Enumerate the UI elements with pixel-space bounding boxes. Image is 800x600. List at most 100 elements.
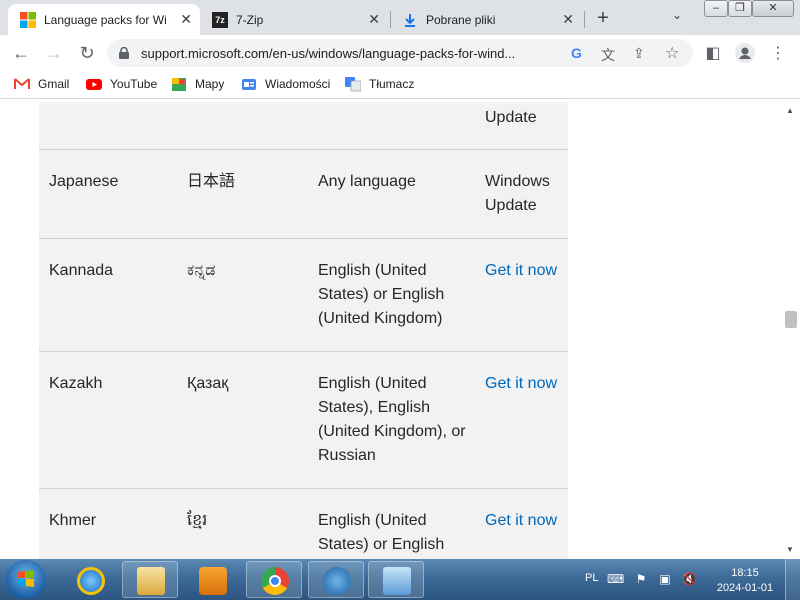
scroll-down-arrow[interactable]: ▼: [786, 545, 794, 554]
table-row: Kazakh Қазақ English (United States), En…: [39, 352, 568, 489]
bookmark-youtube[interactable]: YouTube: [86, 76, 157, 92]
news-icon: [241, 76, 257, 92]
windows-logo-icon: [20, 11, 36, 28]
table-cell-language: Kazakh: [49, 375, 103, 392]
bookmark-gmail[interactable]: Gmail: [14, 76, 69, 92]
menu-icon[interactable]: ⋮: [768, 43, 788, 63]
bookmarks-bar: Gmail YouTube Mapy Wiadomości Tłumacz: [0, 71, 800, 99]
show-desktop-button[interactable]: [785, 559, 800, 600]
translate-icon: [345, 76, 362, 92]
control-panel-icon: [383, 567, 411, 595]
network-icon[interactable]: ▣: [658, 572, 672, 586]
table-row: Japanese 日本語 Any language Windows Update: [39, 150, 568, 239]
taskbar-control-panel[interactable]: [368, 561, 424, 598]
internet-explorer-icon: [77, 567, 105, 595]
tab-search-icon[interactable]: ⌄: [672, 8, 682, 22]
new-tab-button[interactable]: +: [591, 7, 615, 30]
clock-date: 2024-01-01: [716, 582, 774, 594]
tab-title: Language packs for Wi: [44, 12, 167, 27]
media-player-icon: [199, 567, 227, 595]
tab-title: 7-Zip: [236, 12, 264, 27]
table-cell-language: Khmer: [49, 512, 97, 529]
table-cell-requires: Any language: [318, 173, 416, 190]
translate-icon[interactable]: 文: [601, 45, 615, 65]
action-center-flag-icon[interactable]: ⚑: [634, 572, 648, 586]
taskbar-chrome[interactable]: [246, 561, 302, 598]
forward-button[interactable]: →: [43, 42, 65, 64]
table-cell-requires: English (United States), English (United…: [318, 375, 466, 464]
chrome-icon: [261, 567, 289, 595]
windows-flag-icon: [18, 570, 34, 587]
url-text[interactable]: support.microsoft.com/en-us/windows/lang…: [141, 46, 515, 61]
download-icon: [402, 12, 418, 28]
table-row: Kannada ಕನ್ನಡ English (United States) or…: [39, 239, 568, 352]
windows-taskbar: PL ⌨ ⚑ ▣ 🔇 18:15 2024-01-01: [0, 559, 800, 600]
table-cell-native: ಕನ್ನಡ: [187, 262, 216, 279]
youtube-icon: [86, 76, 102, 92]
taskbar-internet-explorer[interactable]: [62, 561, 118, 598]
windows-media-icon: [323, 567, 351, 595]
language-packs-table: Update Japanese 日本語 Any language Windows…: [39, 102, 568, 559]
address-bar[interactable]: support.microsoft.com/en-us/windows/lang…: [107, 39, 693, 67]
close-window-button[interactable]: ✕: [752, 0, 794, 17]
get-it-now-link[interactable]: Get it now: [485, 509, 565, 533]
taskbar-windows-media[interactable]: [308, 561, 364, 598]
bookmark-star-icon[interactable]: ☆: [665, 43, 679, 63]
close-icon[interactable]: ✕: [368, 11, 380, 28]
get-it-now-link[interactable]: Get it now: [485, 372, 565, 396]
table-cell-native: Қазақ: [187, 375, 229, 392]
table-cell-native: 日本語: [187, 173, 236, 190]
bookmark-label: Tłumacz: [369, 77, 415, 91]
taskbar-file-explorer[interactable]: [122, 561, 178, 598]
google-lens-icon[interactable]: G: [571, 45, 582, 61]
get-it-now-link[interactable]: Get it now: [485, 259, 565, 283]
maps-icon: [171, 76, 187, 92]
clock-time: 18:15: [731, 567, 759, 579]
bookmark-wiadomosci[interactable]: Wiadomości: [241, 76, 330, 92]
taskbar-clock[interactable]: 18:15 2024-01-01: [714, 566, 776, 596]
gmail-icon: [14, 76, 30, 92]
close-icon[interactable]: ✕: [180, 11, 192, 28]
taskbar-media-player[interactable]: [184, 561, 240, 598]
start-button[interactable]: [6, 560, 46, 599]
page-content: Update Japanese 日本語 Any language Windows…: [0, 102, 782, 559]
table-cell-get: Windows Update: [485, 173, 550, 214]
bookmark-label: YouTube: [110, 77, 158, 91]
bookmark-tlumacz[interactable]: Tłumacz: [345, 76, 414, 92]
browser-toolbar: ← → ↻ support.microsoft.com/en-us/window…: [0, 35, 800, 71]
share-icon[interactable]: ⇪: [633, 45, 645, 62]
bookmark-mapy[interactable]: Mapy: [171, 76, 224, 92]
language-indicator[interactable]: PL: [585, 572, 598, 584]
scrollbar-thumb[interactable]: [785, 311, 797, 328]
tab-strip: Language packs for Wi ✕ 7z 7-Zip ✕ Pobra…: [0, 0, 800, 35]
scroll-up-arrow[interactable]: ▲: [786, 106, 794, 115]
reload-button[interactable]: ↻: [76, 42, 98, 64]
minimize-button[interactable]: –: [704, 0, 728, 17]
folder-icon: [137, 567, 165, 595]
tab-separator: [390, 11, 391, 28]
side-panel-icon[interactable]: ◧: [703, 43, 723, 63]
back-button[interactable]: ←: [10, 42, 32, 64]
table-cell-get: Update: [485, 109, 537, 126]
page-scrollbar[interactable]: ▲ ▼: [782, 102, 800, 559]
table-cell-requires: English (United States) or English (Unit…: [318, 262, 445, 327]
tab-separator: [584, 11, 585, 28]
lock-icon[interactable]: [119, 46, 129, 59]
tab-title: Pobrane pliki: [426, 12, 496, 27]
bookmark-label: Wiadomości: [265, 77, 331, 91]
keyboard-icon[interactable]: ⌨: [607, 572, 624, 586]
volume-muted-icon[interactable]: 🔇: [682, 572, 697, 586]
table-cell-requires: English (United States) or English: [318, 512, 445, 553]
table-row: Update: [39, 102, 568, 150]
bookmark-label: Gmail: [38, 77, 70, 91]
tab-language-packs[interactable]: Language packs for Wi ✕: [8, 4, 200, 35]
7zip-icon: 7z: [212, 11, 228, 28]
profile-avatar[interactable]: [735, 43, 755, 63]
tab-7zip[interactable]: 7z 7-Zip ✕: [202, 4, 388, 35]
bookmark-label: Mapy: [195, 77, 225, 91]
tab-pobrane-pliki[interactable]: Pobrane pliki ✕: [392, 4, 582, 35]
table-cell-native: ខ្មែរ: [187, 512, 208, 529]
table-cell-language: Japanese: [49, 173, 119, 190]
maximize-button[interactable]: ❐: [728, 0, 752, 17]
close-icon[interactable]: ✕: [562, 11, 574, 28]
